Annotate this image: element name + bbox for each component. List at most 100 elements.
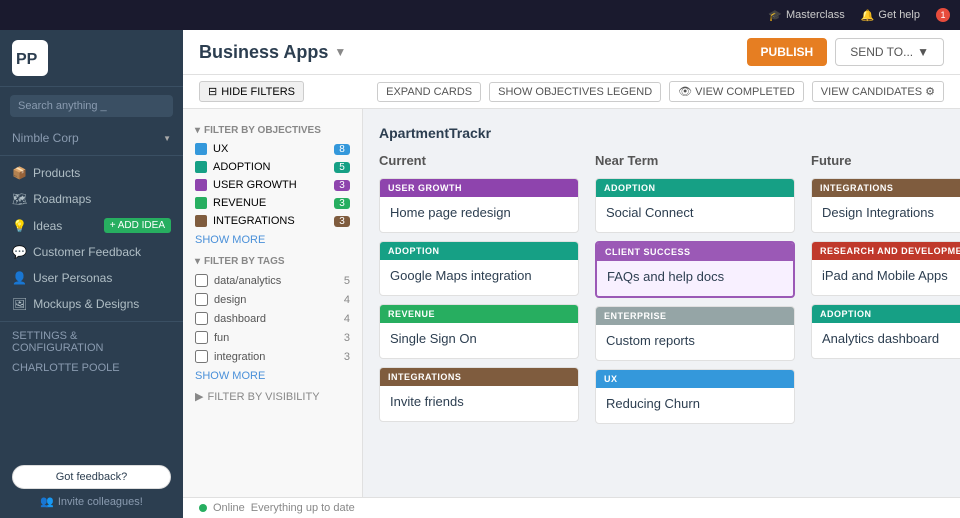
card-design-integrations[interactable]: INTEGRATIONS Design Integrations [811,178,960,233]
card-custom-reports[interactable]: ENTERPRISE Custom reports [595,306,795,361]
expand-cards-button[interactable]: EXPAND CARDS [377,82,481,102]
show-objectives-button[interactable]: SHOW OBJECTIVES LEGEND [489,82,661,102]
filter-visibility[interactable]: ▶ FILTER BY VISIBILITY [183,386,362,407]
card-title-custom-reports: Custom reports [606,333,784,350]
filter-tag-integration[interactable]: integration 3 [183,347,362,366]
svg-text:PP: PP [16,51,38,68]
filter-tag-fun[interactable]: fun 3 [183,328,362,347]
hide-filters-button[interactable]: ⊟ HIDE FILTERS [199,81,304,102]
add-idea-button[interactable]: + ADD IDEA [104,218,171,233]
sidebar-item-roadmaps[interactable]: 🗺 Roadmaps [0,186,183,212]
chevron-tags-icon: ▾ [195,256,200,267]
sidebar-item-customer-feedback[interactable]: 💬 Customer Feedback [0,239,183,265]
card-invite-friends[interactable]: INTEGRATIONS Invite friends [379,367,579,422]
sidebar: PP Nimble Corp ▼ 📦 Products 🗺 Roadmaps [0,30,183,518]
card-social-connect[interactable]: ADOPTION Social Connect [595,178,795,233]
publish-button[interactable]: PUBLISH [747,38,828,66]
tag-adoption-2: ADOPTION [596,179,794,197]
content-header: Business Apps ▼ PUBLISH SEND TO... ▼ [183,30,960,75]
dropdown-arrow-icon[interactable]: ▼ [334,45,346,59]
sidebar-item-ideas[interactable]: 💡 Ideas + ADD IDEA [0,212,183,239]
board: ApartmentTrackr Current USER GROWTH Home… [363,109,960,497]
send-to-button[interactable]: SEND TO... ▼ [835,38,944,66]
card-analytics-dashboard[interactable]: ADOPTION Analytics dashboard [811,304,960,359]
topbar: 🎓 Masterclass 🔔 Get help 1 [0,0,960,30]
notification-bell[interactable]: 1 [936,8,950,22]
sidebar-footer: Got feedback? 👥 Invite colleagues! [0,455,183,518]
tag-adoption-1: ADOPTION [380,242,578,260]
user-profile-link[interactable]: CHARLOTTE POOLE [0,358,183,378]
card-google-maps[interactable]: ADOPTION Google Maps integration [379,241,579,296]
got-feedback-button[interactable]: Got feedback? [12,465,171,489]
column-near-term-title: Near Term [595,153,795,168]
notification-badge: 1 [936,8,950,22]
search-area [0,87,183,125]
columns-container: Current USER GROWTH Home page redesign A… [379,153,944,497]
filter-tag-design[interactable]: design 4 [183,290,362,309]
filter-tag-dashboard[interactable]: dashboard 4 [183,309,362,328]
card-reducing-churn[interactable]: UX Reducing Churn [595,369,795,424]
card-title-analytics-dashboard: Analytics dashboard [822,331,960,348]
card-title-social-connect: Social Connect [606,205,784,222]
filter-integrations[interactable]: INTEGRATIONS 3 [183,212,362,230]
growth-color [195,179,207,191]
filter-user-growth[interactable]: USER GROWTH 3 [183,176,362,194]
view-candidates-button[interactable]: VIEW CANDIDATES ⚙ [812,81,944,102]
invite-icon: 👥 [40,495,54,508]
help-link[interactable]: 🔔 Get help [861,9,920,22]
view-completed-button[interactable]: 👁 VIEW COMPLETED [669,81,804,102]
card-title-sso: Single Sign On [390,331,568,348]
tag-revenue-1: REVENUE [380,305,578,323]
online-indicator [199,504,207,512]
card-title-reducing-churn: Reducing Churn [606,396,784,413]
tags-show-more[interactable]: SHOW MORE [183,366,362,386]
objectives-show-more[interactable]: SHOW MORE [183,230,362,250]
sidebar-item-mockups[interactable]: 🖼 Mockups & Designs [0,291,183,317]
column-current-title: Current [379,153,579,168]
status-bar: Online Everything up to date [183,497,960,518]
card-single-sign-on[interactable]: REVENUE Single Sign On [379,304,579,359]
settings-link[interactable]: SETTINGS & CONFIGURATION [0,326,183,358]
filter-panel: ▾ FILTER BY OBJECTIVES UX 8 ADOPTION [183,109,363,497]
invite-colleagues-button[interactable]: 👥 Invite colleagues! [12,495,171,508]
column-near-term: Near Term ADOPTION Social Connect CLIENT… [595,153,795,497]
prodpad-logo-icon: PP [12,40,48,76]
tag-user-growth: USER GROWTH [380,179,578,197]
feedback-icon: 💬 [12,245,27,259]
tag-research: RESEARCH AND DEVELOPMENT [812,242,960,260]
sidebar-divider-2 [0,321,183,322]
personas-icon: 👤 [12,271,27,285]
card-home-page[interactable]: USER GROWTH Home page redesign [379,178,579,233]
filter-ux[interactable]: UX 8 [183,140,362,158]
masterclass-link[interactable]: 🎓 Masterclass [768,9,844,22]
sidebar-divider [0,155,183,156]
company-selector[interactable]: Nimble Corp ▼ [0,125,183,151]
sidebar-item-products[interactable]: 📦 Products [0,160,183,186]
objectives-filter-title: ▾ FILTER BY OBJECTIVES [183,119,362,140]
filter-tag-analytics[interactable]: data/analytics 5 [183,271,362,290]
main-layout: PP Nimble Corp ▼ 📦 Products 🗺 Roadmaps [0,30,960,518]
filter-adoption[interactable]: ADOPTION 5 [183,158,362,176]
popup-area: CLIENT SUCCESS FAQs and help docs [595,241,795,298]
ideas-icon: 💡 [12,219,27,233]
filter-icon: ⊟ [208,85,217,98]
card-title-home-page: Home page redesign [390,205,568,222]
tag-integrations-2: INTEGRATIONS [812,179,960,197]
integrations-color [195,215,207,227]
tag-enterprise: ENTERPRISE [596,307,794,325]
column-future: Future INTEGRATIONS Design Integrations … [811,153,960,497]
send-chevron-icon: ▼ [917,45,929,59]
card-title-google-maps: Google Maps integration [390,268,568,285]
card-faqs-popup[interactable]: CLIENT SUCCESS FAQs and help docs [595,241,795,298]
search-input[interactable] [10,95,173,117]
content-area: Business Apps ▼ PUBLISH SEND TO... ▼ ⊟ H… [183,30,960,518]
sidebar-item-user-personas[interactable]: 👤 User Personas [0,265,183,291]
page-title: Business Apps ▼ [199,42,346,63]
eye-icon: 👁 [678,86,692,98]
tag-ux-churn: UX [596,370,794,388]
filter-revenue[interactable]: REVENUE 3 [183,194,362,212]
card-ipad-mobile[interactable]: RESEARCH AND DEVELOPMENT iPad and Mobile… [811,241,960,296]
column-current: Current USER GROWTH Home page redesign A… [379,153,579,497]
board-area: ▾ FILTER BY OBJECTIVES UX 8 ADOPTION [183,109,960,497]
revenue-color [195,197,207,209]
